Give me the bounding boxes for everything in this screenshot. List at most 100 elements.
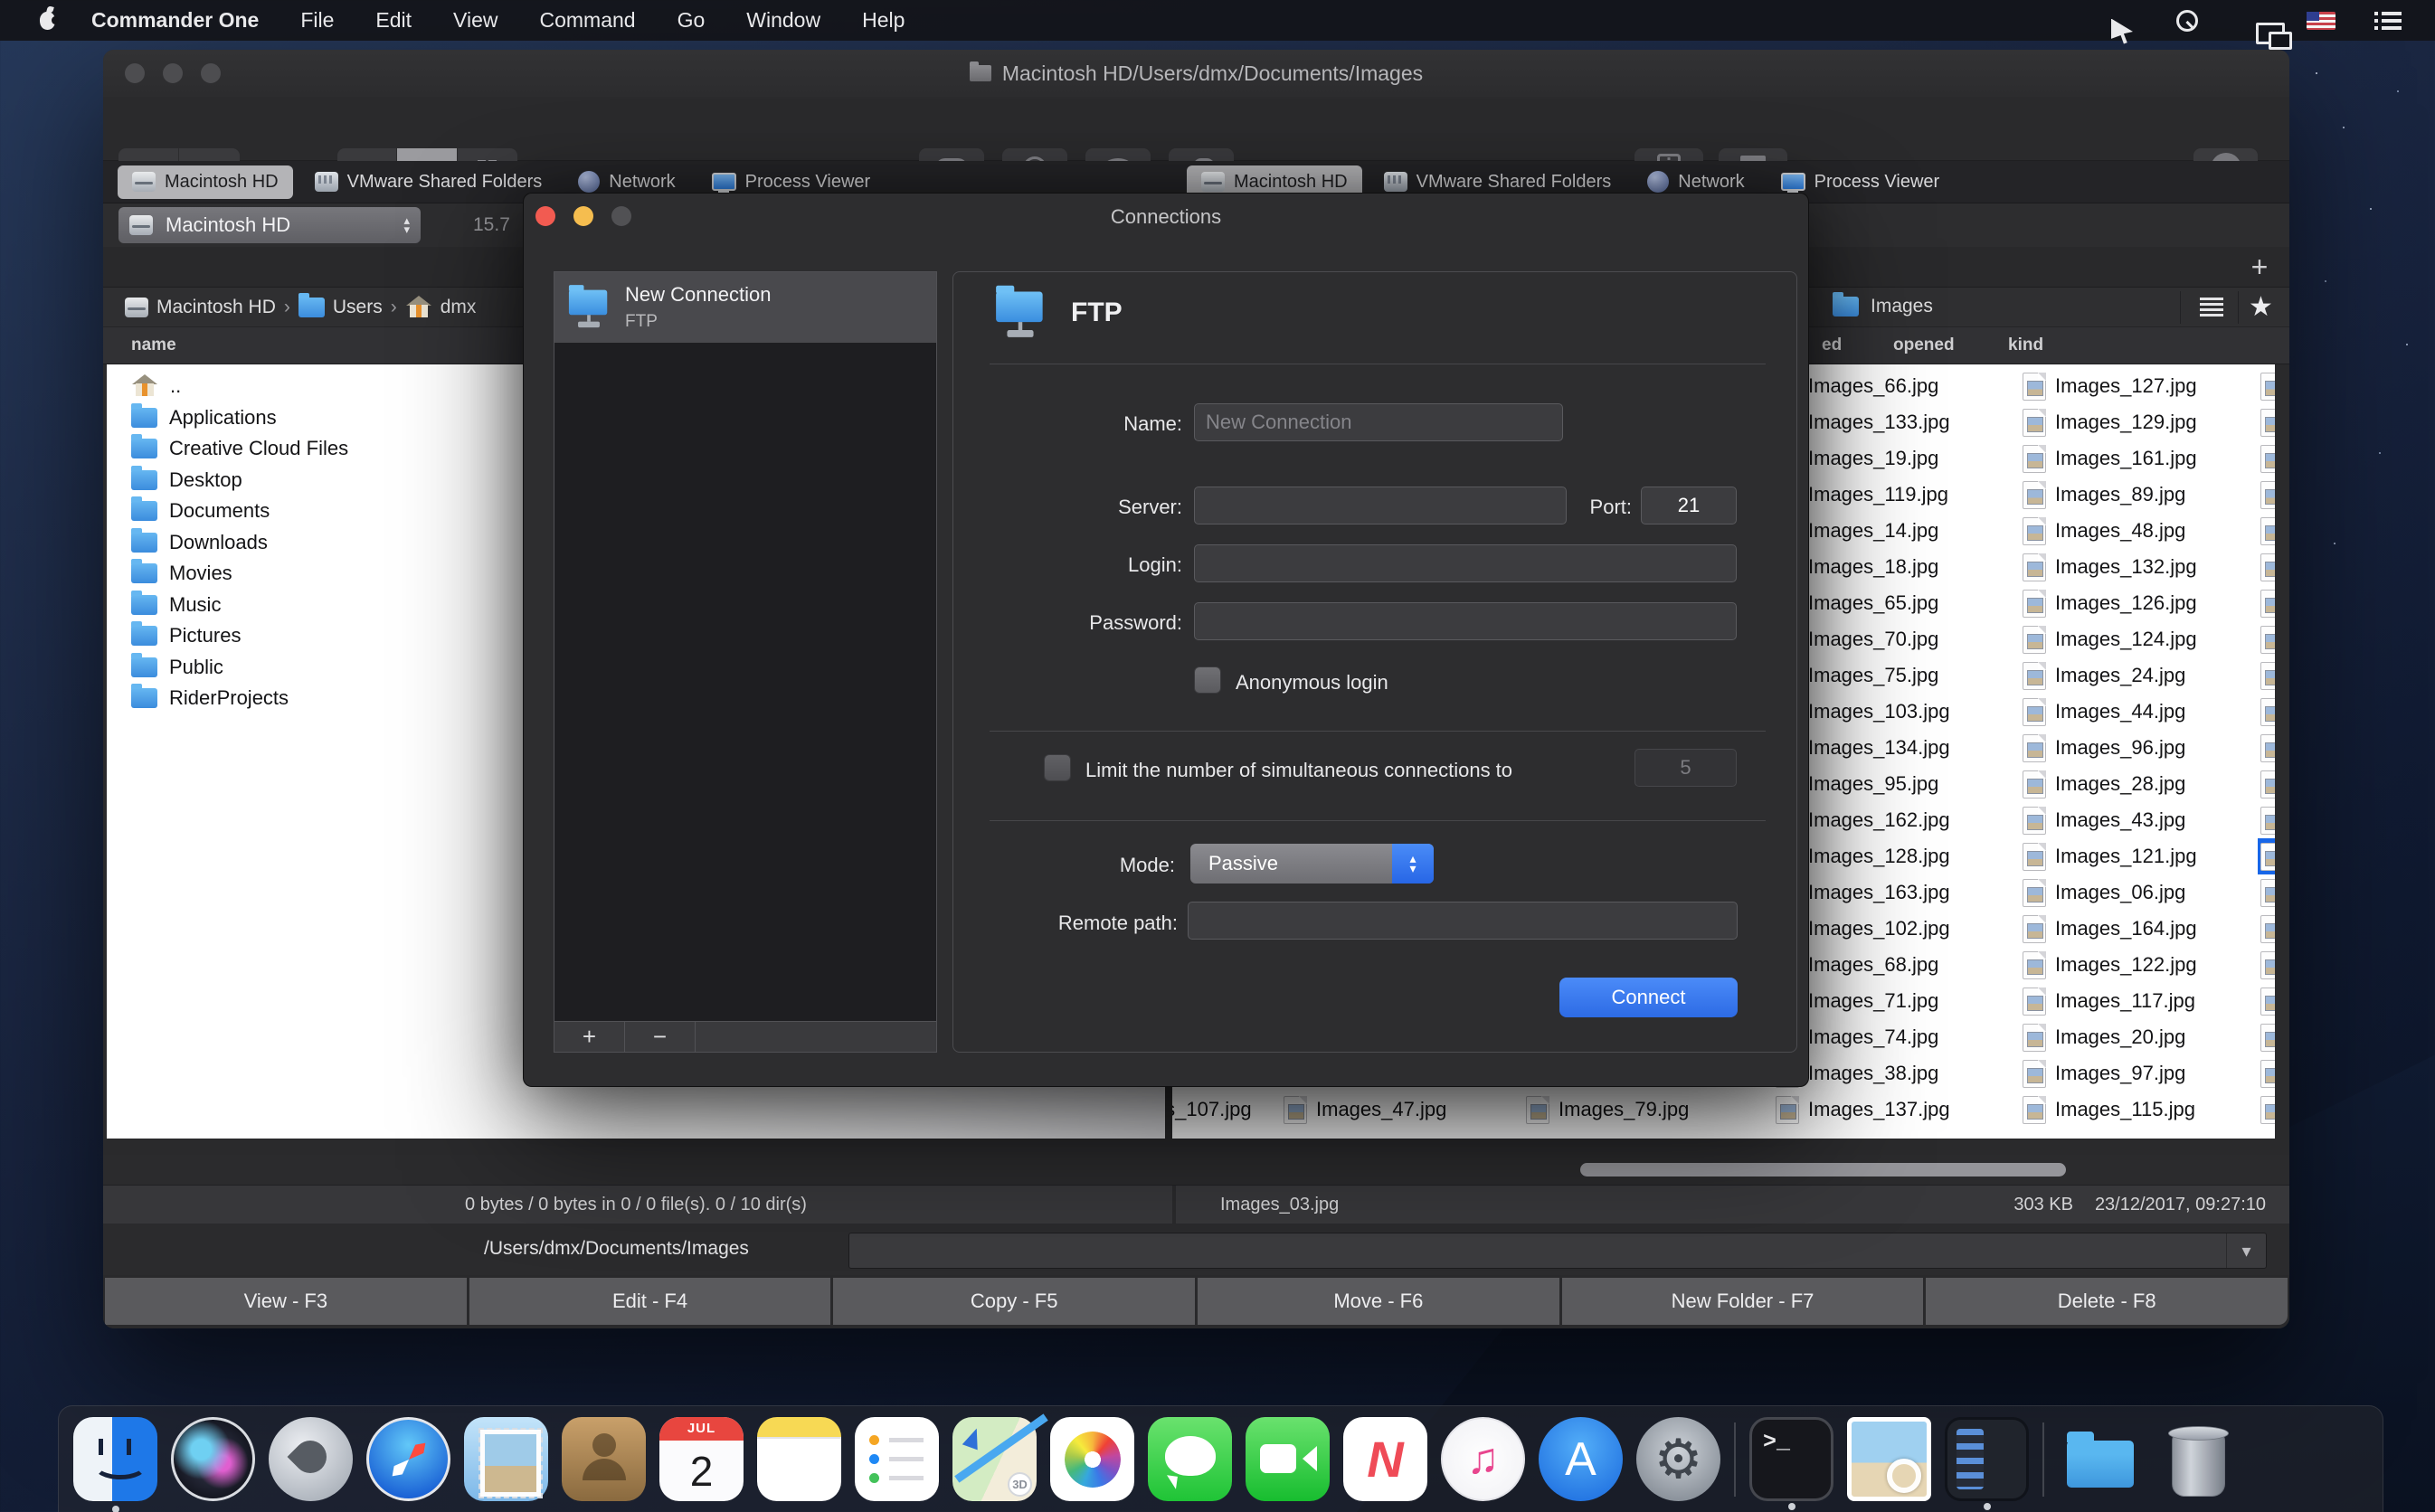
file-item[interactable] xyxy=(2260,730,2275,766)
close-button[interactable] xyxy=(125,63,145,83)
file-item[interactable]: Images_121.jpg xyxy=(2023,838,2197,874)
file-item[interactable] xyxy=(2260,1091,2275,1128)
menu-item[interactable]: Help xyxy=(862,8,905,33)
dock-icon[interactable] xyxy=(2058,1417,2142,1501)
file-item[interactable]: Images_24.jpg xyxy=(2023,657,2185,694)
remove-connection-button[interactable]: − xyxy=(625,1022,696,1052)
file-item[interactable]: Images_48.jpg xyxy=(2023,513,2185,549)
connection-list[interactable] xyxy=(554,343,936,1021)
add-connection-button[interactable]: + xyxy=(554,1022,625,1052)
file-item[interactable] xyxy=(2260,874,2275,911)
file-item[interactable]: Images_79.jpg xyxy=(1526,1091,1689,1128)
dock-icon[interactable] xyxy=(171,1417,255,1501)
menu-item[interactable]: Go xyxy=(677,8,706,33)
dock-icon[interactable] xyxy=(855,1417,939,1501)
menu-item[interactable]: Window xyxy=(746,8,820,33)
window-titlebar[interactable]: Macintosh HD/Users/dmx/Documents/Images xyxy=(103,50,2289,97)
function-key-button[interactable]: Delete - F8 xyxy=(1926,1278,2288,1325)
menu-status-icon[interactable] xyxy=(2370,5,2406,36)
dock-icon[interactable] xyxy=(1050,1417,1134,1501)
file-item[interactable] xyxy=(2260,621,2275,657)
menu-item[interactable]: View xyxy=(453,8,497,33)
column-header[interactable]: kind xyxy=(2008,335,2043,355)
file-item[interactable] xyxy=(2260,911,2275,947)
menu-status-icon[interactable] xyxy=(2236,5,2272,36)
right-breadcrumb-label[interactable]: Images xyxy=(1871,296,1933,317)
file-item[interactable] xyxy=(2260,368,2275,404)
dock-icon[interactable] xyxy=(1847,1417,1931,1501)
menu-app-name[interactable]: Commander One xyxy=(91,8,259,33)
file-item[interactable] xyxy=(2260,404,2275,440)
file-item[interactable] xyxy=(2260,1055,2275,1091)
function-key-button[interactable]: Move - F6 xyxy=(1198,1278,1559,1325)
dock-icon[interactable] xyxy=(1246,1417,1330,1501)
anonymous-checkbox[interactable] xyxy=(1194,666,1221,694)
dock-icon[interactable] xyxy=(269,1417,353,1501)
file-item[interactable]: Images_117.jpg xyxy=(2023,983,2195,1019)
login-field[interactable] xyxy=(1194,544,1737,582)
drive-selector[interactable]: Macintosh HD ▴▾ xyxy=(118,207,421,243)
file-item[interactable]: Images_06.jpg xyxy=(2023,874,2185,911)
file-item[interactable]: Images_47.jpg xyxy=(1284,1091,1446,1128)
command-input[interactable]: ▾ xyxy=(848,1233,2267,1269)
menu-status-icon[interactable] xyxy=(2303,5,2339,36)
file-item[interactable]: Images_44.jpg xyxy=(2023,694,2185,730)
file-item[interactable] xyxy=(2260,657,2275,694)
file-item[interactable]: Images_126.jpg xyxy=(2023,585,2197,621)
dock-icon[interactable] xyxy=(1734,1422,1736,1497)
menu-status-icon[interactable] xyxy=(2169,5,2205,36)
dock-icon[interactable]: >_ xyxy=(1749,1417,1833,1501)
dock-icon[interactable]: ♫ xyxy=(1441,1417,1525,1501)
tab[interactable]: VMware Shared Folders xyxy=(300,165,557,199)
file-item[interactable]: Images_96.jpg xyxy=(2023,730,2185,766)
menu-item[interactable]: File xyxy=(300,8,334,33)
add-tab-button[interactable]: + xyxy=(2240,249,2279,285)
file-item[interactable] xyxy=(2260,947,2275,983)
dock-icon[interactable] xyxy=(757,1417,841,1501)
remote-path-field[interactable] xyxy=(1188,902,1738,940)
name-field[interactable] xyxy=(1194,403,1563,441)
file-item[interactable]: Images_132.jpg xyxy=(2023,549,2197,585)
zoom-button[interactable] xyxy=(201,63,221,83)
dock-icon[interactable] xyxy=(464,1417,548,1501)
dock-icon[interactable]: N xyxy=(1343,1417,1427,1501)
view-list-icon[interactable] xyxy=(2200,298,2223,317)
file-item[interactable]: Images_161.jpg xyxy=(2023,440,2197,477)
file-item[interactable]: Images_89.jpg xyxy=(2023,477,2185,513)
file-item[interactable] xyxy=(2260,549,2275,585)
file-item[interactable]: Images_107.jpg xyxy=(1172,1091,1252,1128)
function-key-button[interactable]: Copy - F5 xyxy=(833,1278,1195,1325)
mode-dropdown[interactable]: Passive ▴▾ xyxy=(1190,844,1434,884)
function-key-button[interactable]: New Folder - F7 xyxy=(1562,1278,1924,1325)
file-item[interactable]: Images_122.jpg xyxy=(2023,947,2197,983)
apple-icon[interactable] xyxy=(40,12,55,30)
dock-icon[interactable] xyxy=(1148,1417,1232,1501)
hscroll-thumb[interactable] xyxy=(1580,1163,2066,1177)
limit-connections-field[interactable] xyxy=(1634,749,1737,787)
file-item[interactable]: Images_20.jpg xyxy=(2023,1019,2185,1055)
breadcrumb-segment[interactable]: dmx xyxy=(405,296,477,319)
file-item[interactable]: Images_129.jpg xyxy=(2023,404,2197,440)
file-item[interactable] xyxy=(2260,1019,2275,1055)
breadcrumb-segment[interactable]: Macintosh HD› xyxy=(125,297,290,318)
minimize-button[interactable] xyxy=(163,63,183,83)
file-item[interactable] xyxy=(2260,694,2275,730)
file-item[interactable]: Images_43.jpg xyxy=(2023,802,2185,838)
function-key-button[interactable]: View - F3 xyxy=(105,1278,467,1325)
tab[interactable]: Macintosh HD xyxy=(118,165,293,199)
file-item[interactable] xyxy=(2260,585,2275,621)
column-header-name[interactable]: name xyxy=(131,335,176,355)
dock-icon[interactable]: 3D xyxy=(952,1417,1037,1501)
dock-icon[interactable]: ⚙ xyxy=(1636,1417,1720,1501)
menu-item[interactable]: Edit xyxy=(375,8,412,33)
favorites-star-icon[interactable] xyxy=(2249,291,2273,323)
file-item[interactable]: Images_127.jpg xyxy=(2023,368,2197,404)
dialog-titlebar[interactable]: Connections xyxy=(524,194,1808,239)
file-item[interactable] xyxy=(2260,477,2275,513)
file-item[interactable]: Images_97.jpg xyxy=(2023,1055,2185,1091)
file-item[interactable] xyxy=(2260,802,2275,838)
breadcrumb-segment[interactable]: Users› xyxy=(298,297,397,318)
file-item[interactable] xyxy=(2260,766,2275,802)
function-key-button[interactable]: Edit - F4 xyxy=(469,1278,831,1325)
file-item[interactable]: Images_124.jpg xyxy=(2023,621,2197,657)
